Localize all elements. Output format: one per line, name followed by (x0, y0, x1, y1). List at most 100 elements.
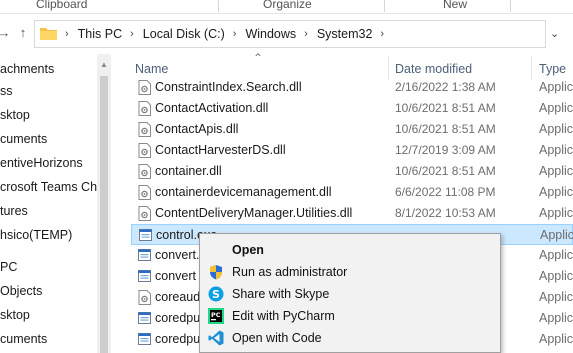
ribbon-group-new: New (443, 0, 468, 11)
table-row[interactable]: ContactActivation.dll 10/6/2021 8:51 AM Ap… (131, 98, 573, 119)
breadcrumb-local-disk[interactable]: Local Disk (C:) (143, 27, 225, 41)
file-type: Applic (539, 248, 573, 262)
nav-item-this-pc[interactable]: PC (0, 257, 17, 277)
nav-item[interactable]: entiveHorizons (0, 153, 83, 173)
nav-item[interactable]: achments (0, 59, 54, 79)
exe-file-icon (138, 270, 151, 282)
table-row[interactable]: ConstraintIndex.Search.dll 2/16/2022 1:38… (131, 77, 573, 98)
nav-item-desktop[interactable]: sktop (0, 305, 30, 325)
file-name: ContactActivation.dll (155, 101, 269, 115)
file-type: Applic (539, 143, 573, 157)
ribbon-divider (510, 0, 511, 12)
column-header-name[interactable]: Name (135, 62, 168, 76)
exe-file-icon (138, 249, 151, 261)
scroll-up-icon[interactable]: ▲ (100, 60, 108, 69)
file-date-modified: 10/6/2021 8:51 AM (395, 122, 496, 136)
navigation-pane: achments ss sktop cuments entiveHorizons… (0, 54, 97, 353)
nav-item[interactable]: tures (0, 201, 28, 221)
file-type: Applic (539, 101, 573, 115)
file-type: Applic (539, 311, 573, 325)
navigation-pane-scrollbar[interactable]: ▲ (97, 54, 111, 353)
chevron-right-icon[interactable]: › (130, 28, 134, 40)
chevron-right-icon[interactable]: › (233, 28, 237, 40)
menu-item-open-with-code[interactable]: Open with Code (200, 327, 500, 349)
nav-item[interactable]: crosoft Teams Chat (0, 177, 97, 197)
menu-item-label: Edit with PyCharm (232, 309, 335, 323)
ribbon-divider (218, 0, 219, 12)
nav-item-documents[interactable]: cuments (0, 329, 47, 349)
dll-file-icon (138, 164, 151, 179)
menu-item-run-as-administrator[interactable]: Run as administrator (200, 261, 500, 283)
file-name: ConstraintIndex.Search.dll (155, 80, 302, 94)
folder-icon (40, 28, 57, 40)
table-row[interactable]: container.dll 10/6/2021 8:51 AM Applic (131, 161, 573, 182)
nav-item[interactable]: hsico(TEMP) (0, 225, 72, 245)
chevron-right-icon[interactable]: › (304, 28, 308, 40)
file-name: coredpu (155, 332, 201, 346)
file-name: ContactApis.dll (155, 122, 239, 136)
file-date-modified: 12/7/2019 3:09 AM (395, 143, 496, 157)
pycharm-icon: PC (208, 308, 224, 324)
dll-file-icon (138, 143, 151, 158)
menu-item-edit-with-pycharm[interactable]: PC Edit with PyCharm (200, 305, 500, 327)
file-type: Applic (539, 122, 573, 136)
file-date-modified: 10/6/2021 8:51 AM (395, 101, 496, 115)
nav-item[interactable]: sktop (0, 105, 30, 125)
exe-file-icon (138, 333, 151, 345)
file-name: convert (155, 269, 196, 283)
menu-item-share-with-skype[interactable]: S Share with Skype (200, 283, 500, 305)
address-bar[interactable]: › This PC › Local Disk (C:) › Windows › … (34, 20, 546, 48)
file-date-modified: 2/16/2022 1:38 AM (395, 80, 496, 94)
column-header-type[interactable]: Type (539, 62, 566, 76)
file-name: ContactHarvesterDS.dll (155, 143, 286, 157)
nav-item[interactable]: ss (0, 81, 13, 101)
breadcrumb: › This PC › Local Disk (C:) › Windows › … (57, 21, 393, 47)
table-row[interactable]: ContactApis.dll 10/6/2021 8:51 AM Applic (131, 119, 573, 140)
table-row[interactable]: ContentDeliveryManager.Utilities.dll 8/1/… (131, 203, 573, 224)
column-header-date-modified[interactable]: Date modified (395, 62, 472, 76)
breadcrumb-windows[interactable]: Windows (245, 27, 296, 41)
exe-file-icon (139, 229, 152, 241)
uac-shield-icon (210, 265, 222, 280)
up-arrow-icon[interactable]: ↑ (15, 23, 31, 43)
nav-item[interactable]: cuments (0, 129, 47, 149)
menu-item-open[interactable]: Open (200, 239, 500, 261)
svg-text:PC: PC (211, 311, 221, 319)
file-date-modified: 6/6/2022 11:08 PM (395, 185, 496, 199)
file-type: Applic (539, 185, 573, 199)
dll-file-icon (138, 101, 151, 116)
menu-item-label: Share with Skype (232, 287, 330, 301)
back-arrow-icon[interactable]: → (0, 23, 12, 43)
dll-file-icon (138, 290, 151, 305)
scrollbar-thumb[interactable] (100, 76, 108, 353)
dll-file-icon (138, 185, 151, 200)
dll-file-icon (138, 122, 151, 137)
file-name: coreaud (155, 290, 201, 304)
ribbon-group-clipboard: Clipboard (36, 0, 88, 11)
dll-file-icon (138, 206, 151, 221)
breadcrumb-this-pc[interactable]: This PC (78, 27, 122, 41)
chevron-right-icon: › (65, 28, 69, 40)
ribbon-divider (384, 0, 385, 12)
file-name: containerdevicemanagement.dll (155, 185, 332, 199)
nav-item-3d-objects[interactable]: Objects (0, 281, 42, 301)
table-row[interactable]: ContactHarvesterDS.dll 12/7/2019 3:09 AM A… (131, 140, 573, 161)
breadcrumb-system32[interactable]: System32 (317, 27, 373, 41)
file-name: container.dll (155, 164, 222, 178)
svg-text:S: S (212, 288, 220, 301)
chevron-right-icon[interactable]: › (380, 28, 384, 40)
context-menu: Open Run as administrator S Share with S… (199, 233, 501, 353)
ribbon-group-labels: Clipboard Organize New (0, 0, 573, 14)
menu-item-label: Run as administrator (232, 265, 348, 279)
ribbon-bottom-border (0, 13, 573, 14)
file-name: coredpu (155, 311, 201, 325)
skype-icon: S (208, 286, 224, 302)
file-date-modified: 8/1/2022 10:53 AM (395, 206, 496, 220)
file-name: convert. (155, 248, 200, 262)
table-row[interactable]: containerdevicemanagement.dll 6/6/2022 11… (131, 182, 573, 203)
vscode-icon (208, 330, 224, 346)
menu-item-label: Open (232, 243, 264, 257)
exe-file-icon (138, 312, 151, 324)
file-type: Applic (539, 206, 573, 220)
address-history-dropdown-icon[interactable]: ⌄ (550, 27, 559, 40)
